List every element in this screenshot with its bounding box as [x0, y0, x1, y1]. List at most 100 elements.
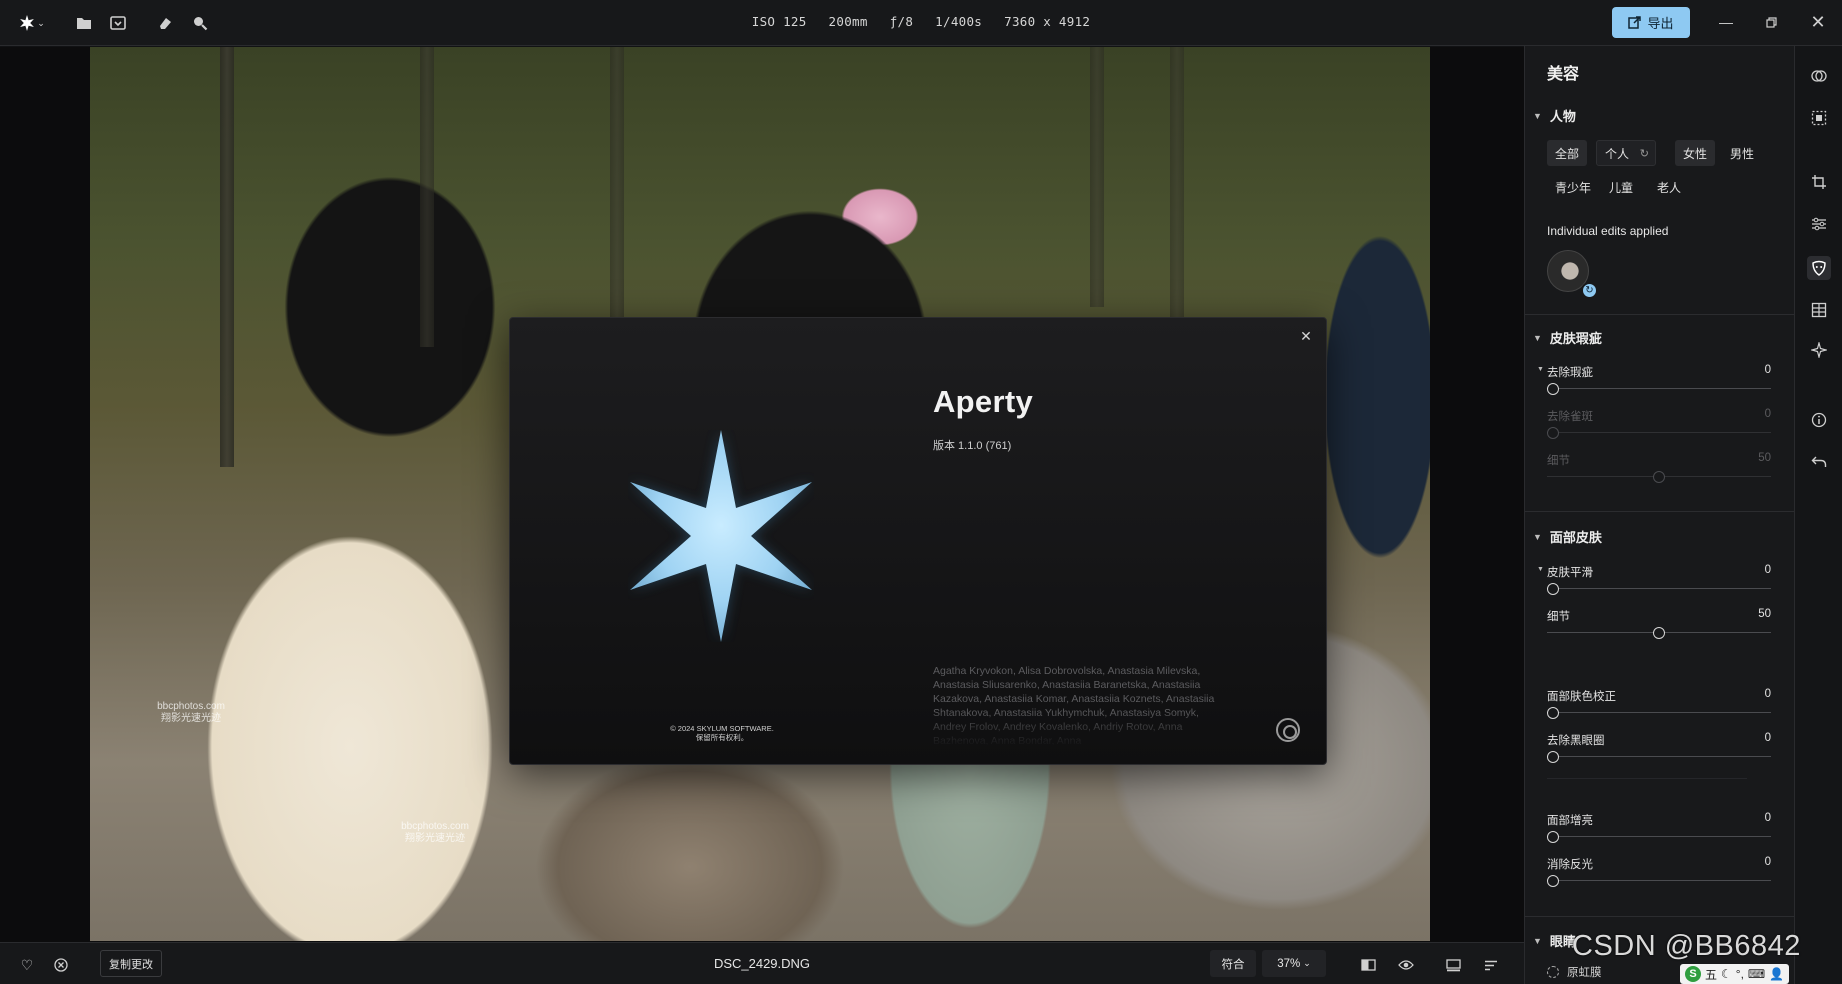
dialog-version: 版本 1.1.0 (761)	[933, 440, 1012, 452]
compare-icon[interactable]	[1358, 955, 1378, 975]
chip-male[interactable]: 男性	[1722, 140, 1762, 166]
dialog-close-icon[interactable]: ✕	[1296, 326, 1316, 346]
collapse-triangle-icon: ▼	[1533, 935, 1542, 946]
exif-info: ISO 125 200mm ƒ/8 1/400s 7360 x 4912	[0, 14, 1842, 29]
export-icon	[1628, 16, 1642, 29]
slider-track[interactable]	[1547, 756, 1771, 757]
beauty-face-icon[interactable]	[1807, 256, 1831, 280]
collapse-triangle-icon: ▼	[1533, 110, 1542, 121]
exif-iso: ISO 125	[751, 14, 807, 29]
slider-knob[interactable]	[1547, 751, 1559, 763]
slider-label: 皮肤平滑	[1547, 567, 1593, 579]
aperty-star-logo-icon	[630, 430, 812, 642]
adjustments-icon[interactable]	[1807, 212, 1831, 236]
user-icon: 👤	[1769, 967, 1785, 981]
slider-label: 面部增亮	[1547, 815, 1593, 827]
exif-shutter: 1/400s	[935, 14, 983, 29]
chip-female[interactable]: 女性	[1675, 140, 1716, 166]
slider-value: 0	[1764, 732, 1771, 744]
chip-elder[interactable]: 老人	[1649, 174, 1689, 200]
close-icon[interactable]: ✕	[1804, 10, 1832, 34]
slider-track[interactable]	[1547, 712, 1771, 713]
exif-focal-length: 200mm	[828, 14, 868, 29]
eye-icon[interactable]	[1396, 955, 1416, 975]
slider-value: 0	[1764, 364, 1771, 376]
section-people-header[interactable]: ▼ 人物	[1533, 106, 1576, 125]
dialog-credits: Agatha Kryvokon, Alisa Dobrovolska, Anas…	[933, 665, 1215, 747]
top-toolbar: ⌄ ISO 125 200mm ƒ/8 1/400s 7360 x 4912 导…	[0, 0, 1842, 46]
minimize-icon[interactable]: —	[1712, 10, 1740, 34]
section-face-skin-header[interactable]: ▼ 面部皮肤	[1533, 527, 1602, 546]
slider-knob[interactable]	[1653, 627, 1665, 639]
ai-sparkle-icon[interactable]	[1807, 338, 1831, 362]
slider-track[interactable]	[1547, 588, 1771, 589]
slider-knob[interactable]	[1547, 383, 1559, 395]
slider-knob[interactable]	[1547, 583, 1559, 595]
export-button[interactable]: 导出	[1612, 7, 1690, 38]
slider-value: 0	[1764, 856, 1771, 868]
zoom-dropdown[interactable]: 37% ⌄	[1262, 950, 1326, 977]
csdn-watermark: CSDN @BB6842	[1572, 930, 1801, 962]
restore-icon[interactable]	[1757, 10, 1785, 34]
exif-aperture: ƒ/8	[889, 14, 914, 29]
layers-grid-icon[interactable]	[1807, 298, 1831, 322]
fit-button[interactable]: 符合	[1210, 950, 1256, 977]
slider-knob	[1547, 427, 1559, 439]
undo-icon[interactable]	[1807, 450, 1831, 474]
moon-icon: ☾	[1721, 967, 1732, 981]
slider-value: 50	[1758, 452, 1771, 464]
slider-value: 0	[1764, 812, 1771, 824]
chip-child[interactable]: 儿童	[1601, 174, 1641, 200]
slider-label: 去除雀斑	[1547, 411, 1593, 423]
section-eyes-header[interactable]: ▼ 眼睛	[1533, 931, 1576, 950]
panel-title: 美容	[1547, 66, 1580, 83]
dialog-app-title: Aperty	[933, 384, 1033, 419]
punctuation-icon: °,	[1735, 967, 1744, 981]
beauty-panel: 美容 ▼ 人物 全部 个人 ↻ 女性 男性 青少年 儿童 老人 Individu…	[1524, 46, 1794, 984]
slider-knob[interactable]	[1547, 707, 1559, 719]
slider-label: 消除反光	[1547, 859, 1593, 871]
chevron-down-icon: ⌄	[1303, 958, 1311, 968]
chip-teen[interactable]: 青少年	[1547, 174, 1599, 200]
zoom-value: 37%	[1277, 957, 1301, 970]
export-label: 导出	[1647, 16, 1674, 31]
slider-track[interactable]	[1547, 388, 1771, 389]
section-face-skin-title: 面部皮肤	[1549, 530, 1602, 545]
photo-tree-trunk	[420, 47, 434, 347]
slider-label: 去除瑕疵	[1547, 367, 1593, 379]
slider-knob[interactable]	[1547, 875, 1559, 887]
divider	[1525, 916, 1794, 917]
reset-icon[interactable]: ↻	[1640, 147, 1649, 160]
slider-label: 去除黑眼圈	[1547, 735, 1605, 747]
eyes-first-item[interactable]: 原虹膜	[1547, 964, 1602, 980]
about-dialog: ✕ Aperty 版本 1.1.0 (761) Agatha Kryvokon,…	[509, 317, 1327, 765]
divider	[1547, 778, 1747, 779]
keyboard-icon: ⌨	[1747, 967, 1766, 981]
select-area-icon[interactable]	[1807, 106, 1831, 130]
slider-label: 细节	[1547, 611, 1570, 623]
chip-all[interactable]: 全部	[1547, 140, 1588, 166]
info-icon[interactable]	[1807, 408, 1831, 432]
crop-icon[interactable]	[1807, 170, 1831, 194]
section-skin-defects-title: 皮肤瑕疵	[1549, 331, 1602, 346]
divider	[1525, 511, 1794, 512]
ime-toolbar[interactable]: S 五 ☾ °, ⌨ 👤	[1680, 964, 1790, 984]
section-skin-defects-header[interactable]: ▼ 皮肤瑕疵	[1533, 328, 1602, 347]
slider-knob[interactable]	[1547, 831, 1559, 843]
sort-icon[interactable]	[1481, 955, 1501, 975]
presets-icon[interactable]	[1807, 64, 1831, 88]
exif-dimensions: 7360 x 4912	[1004, 14, 1091, 29]
photo-tree-trunk	[220, 47, 234, 467]
slider-track[interactable]	[1547, 836, 1771, 837]
eyes-first-item-label: 原虹膜	[1567, 967, 1602, 979]
photo-watermark: bbcphotos.com 翔影光速光迹	[401, 821, 469, 844]
chip-individual[interactable]: 个人 ↻	[1596, 140, 1657, 166]
dialog-copyright: © 2024 SKYLUM SOFTWARE. 保留所有权利。	[670, 724, 774, 742]
tool-rail	[1794, 46, 1842, 984]
slider-track[interactable]	[1547, 880, 1771, 881]
reset-badge-icon[interactable]: ↻	[1581, 282, 1598, 299]
expand-triangle-icon[interactable]: ▼	[1537, 366, 1544, 373]
expand-triangle-icon[interactable]: ▼	[1537, 566, 1544, 573]
slider-value: 0	[1764, 408, 1771, 420]
filmstrip-icon[interactable]	[1443, 955, 1463, 975]
